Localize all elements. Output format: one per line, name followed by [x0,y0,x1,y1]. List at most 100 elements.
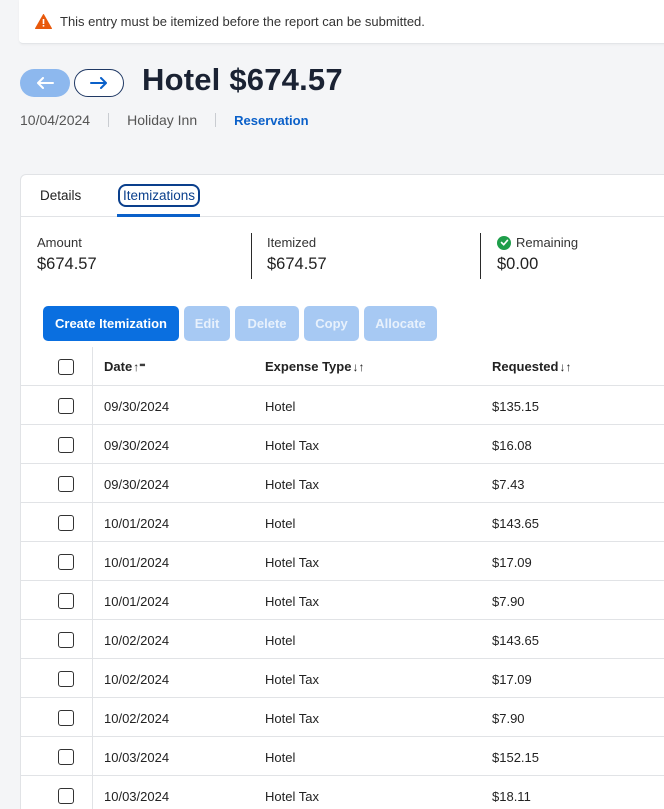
previous-entry-button[interactable] [20,69,70,97]
requested-amount-cell: $7.90 [492,594,525,609]
date-column-header[interactable]: Date↑⁼ [104,359,146,374]
amount-stat: Amount $674.57 [37,235,97,274]
expense-type-cell: Hotel [265,750,296,765]
date-cell: 10/03/2024 [104,750,170,765]
sort-icon: ↓↑ [352,360,365,374]
row-checkbox[interactable] [58,593,74,609]
type-header-label: Expense Type [265,359,352,374]
expense-type-cell: Hotel Tax [265,672,319,687]
row-checkbox[interactable] [58,632,74,648]
expense-type-cell: Hotel [265,633,296,648]
requested-amount-cell: $7.90 [492,711,525,726]
entry-date: 10/04/2024 [20,112,91,128]
expense-type-cell: Hotel Tax [265,477,319,492]
expense-type-column-header[interactable]: Expense Type↓↑ [265,359,364,374]
table-row[interactable]: 10/03/2024 Hotel Tax $18.11 [21,776,664,809]
itemized-value: $674.57 [267,255,327,273]
requested-amount-cell: $18.11 [492,789,531,804]
row-checkbox[interactable] [58,476,74,492]
expense-type-cell: Hotel Tax [265,438,319,453]
delete-button[interactable]: Delete [235,306,299,341]
requested-header-label: Requested [492,359,559,374]
vendor-name: Holiday Inn [127,112,198,128]
column-divider [92,581,93,619]
page-title: Hotel $674.57 [142,62,343,97]
column-divider [92,737,93,775]
date-cell: 09/30/2024 [104,477,170,492]
requested-amount-cell: $152.15 [492,750,539,765]
expense-type-cell: Hotel [265,399,296,414]
itemization-alert: This entry must be itemized before the r… [19,0,664,44]
date-cell: 10/01/2024 [104,516,170,531]
table-row[interactable]: 10/02/2024 Hotel Tax $17.09 [21,659,664,698]
date-cell: 10/01/2024 [104,555,170,570]
date-cell: 10/02/2024 [104,633,170,648]
edit-button[interactable]: Edit [184,306,230,341]
reservation-link[interactable]: Reservation [234,113,308,128]
row-checkbox[interactable] [58,671,74,687]
divider [251,233,252,279]
itemizations-table: Date↑⁼ Expense Type↓↑ Requested↓↑ 09/30/… [21,347,664,809]
itemizations-panel: Details Itemizations Amount $674.57 Item… [20,174,664,809]
divider [108,113,110,127]
arrow-right-icon [90,77,107,89]
remaining-value: $0.00 [497,255,539,273]
row-checkbox[interactable] [58,398,74,414]
column-divider [92,620,93,658]
requested-amount-cell: $135.15 [492,399,539,414]
column-divider [92,542,93,580]
expense-type-cell: Hotel Tax [265,711,319,726]
table-header-row: Date↑⁼ Expense Type↓↑ Requested↓↑ [21,347,664,386]
table-row[interactable]: 09/30/2024 Hotel Tax $16.08 [21,425,664,464]
tab-itemizations[interactable]: Itemizations [118,184,201,207]
row-checkbox[interactable] [58,788,74,804]
table-row[interactable]: 10/02/2024 Hotel Tax $7.90 [21,698,664,737]
next-entry-button[interactable] [74,69,124,97]
active-tab-indicator [117,214,200,217]
tab-details[interactable]: Details [40,188,81,203]
table-row[interactable]: 10/01/2024 Hotel Tax $7.90 [21,581,664,620]
allocate-button[interactable]: Allocate [364,306,437,341]
sort-ascending-icon: ↑⁼ [133,360,146,374]
requested-column-header[interactable]: Requested↓↑ [492,359,571,374]
table-body: 09/30/2024 Hotel $135.15 09/30/2024 Hotel Ta… [21,386,664,809]
requested-amount-cell: $17.09 [492,555,532,570]
amount-value: $674.57 [37,255,97,273]
requested-amount-cell: $143.65 [492,516,539,531]
column-divider [92,776,93,809]
column-divider [92,503,93,541]
row-checkbox[interactable] [58,554,74,570]
row-checkbox[interactable] [58,749,74,765]
table-row[interactable]: 10/02/2024 Hotel $143.65 [21,620,664,659]
tab-bar: Details Itemizations [21,175,664,217]
column-divider [92,659,93,697]
table-row[interactable]: 10/03/2024 Hotel $152.15 [21,737,664,776]
row-checkbox[interactable] [58,515,74,531]
divider [480,233,481,279]
row-checkbox[interactable] [58,710,74,726]
table-row[interactable]: 10/01/2024 Hotel $143.65 [21,503,664,542]
table-row[interactable]: 09/30/2024 Hotel $135.15 [21,386,664,425]
select-all-checkbox[interactable] [58,359,74,375]
row-checkbox[interactable] [58,437,74,453]
requested-amount-cell: $7.43 [492,477,525,492]
amount-label: Amount [37,235,82,250]
warning-icon [35,14,52,29]
column-divider [92,464,93,502]
entry-meta: 10/04/2024 Holiday Inn Reservation [20,112,309,128]
date-cell: 09/30/2024 [104,438,170,453]
column-divider [92,386,93,424]
requested-amount-cell: $17.09 [492,672,532,687]
create-itemization-button[interactable]: Create Itemization [43,306,179,341]
remaining-label-wrap: Remaining [497,235,578,250]
date-cell: 10/01/2024 [104,594,170,609]
expense-type-cell: Hotel Tax [265,789,319,804]
table-row[interactable]: 09/30/2024 Hotel Tax $7.43 [21,464,664,503]
column-divider [92,347,93,385]
copy-button[interactable]: Copy [304,306,359,341]
itemized-label: Itemized [267,235,317,250]
table-row[interactable]: 10/01/2024 Hotel Tax $17.09 [21,542,664,581]
date-cell: 10/03/2024 [104,789,170,804]
remaining-label: Remaining [516,235,579,250]
expense-type-cell: Hotel Tax [265,594,319,609]
